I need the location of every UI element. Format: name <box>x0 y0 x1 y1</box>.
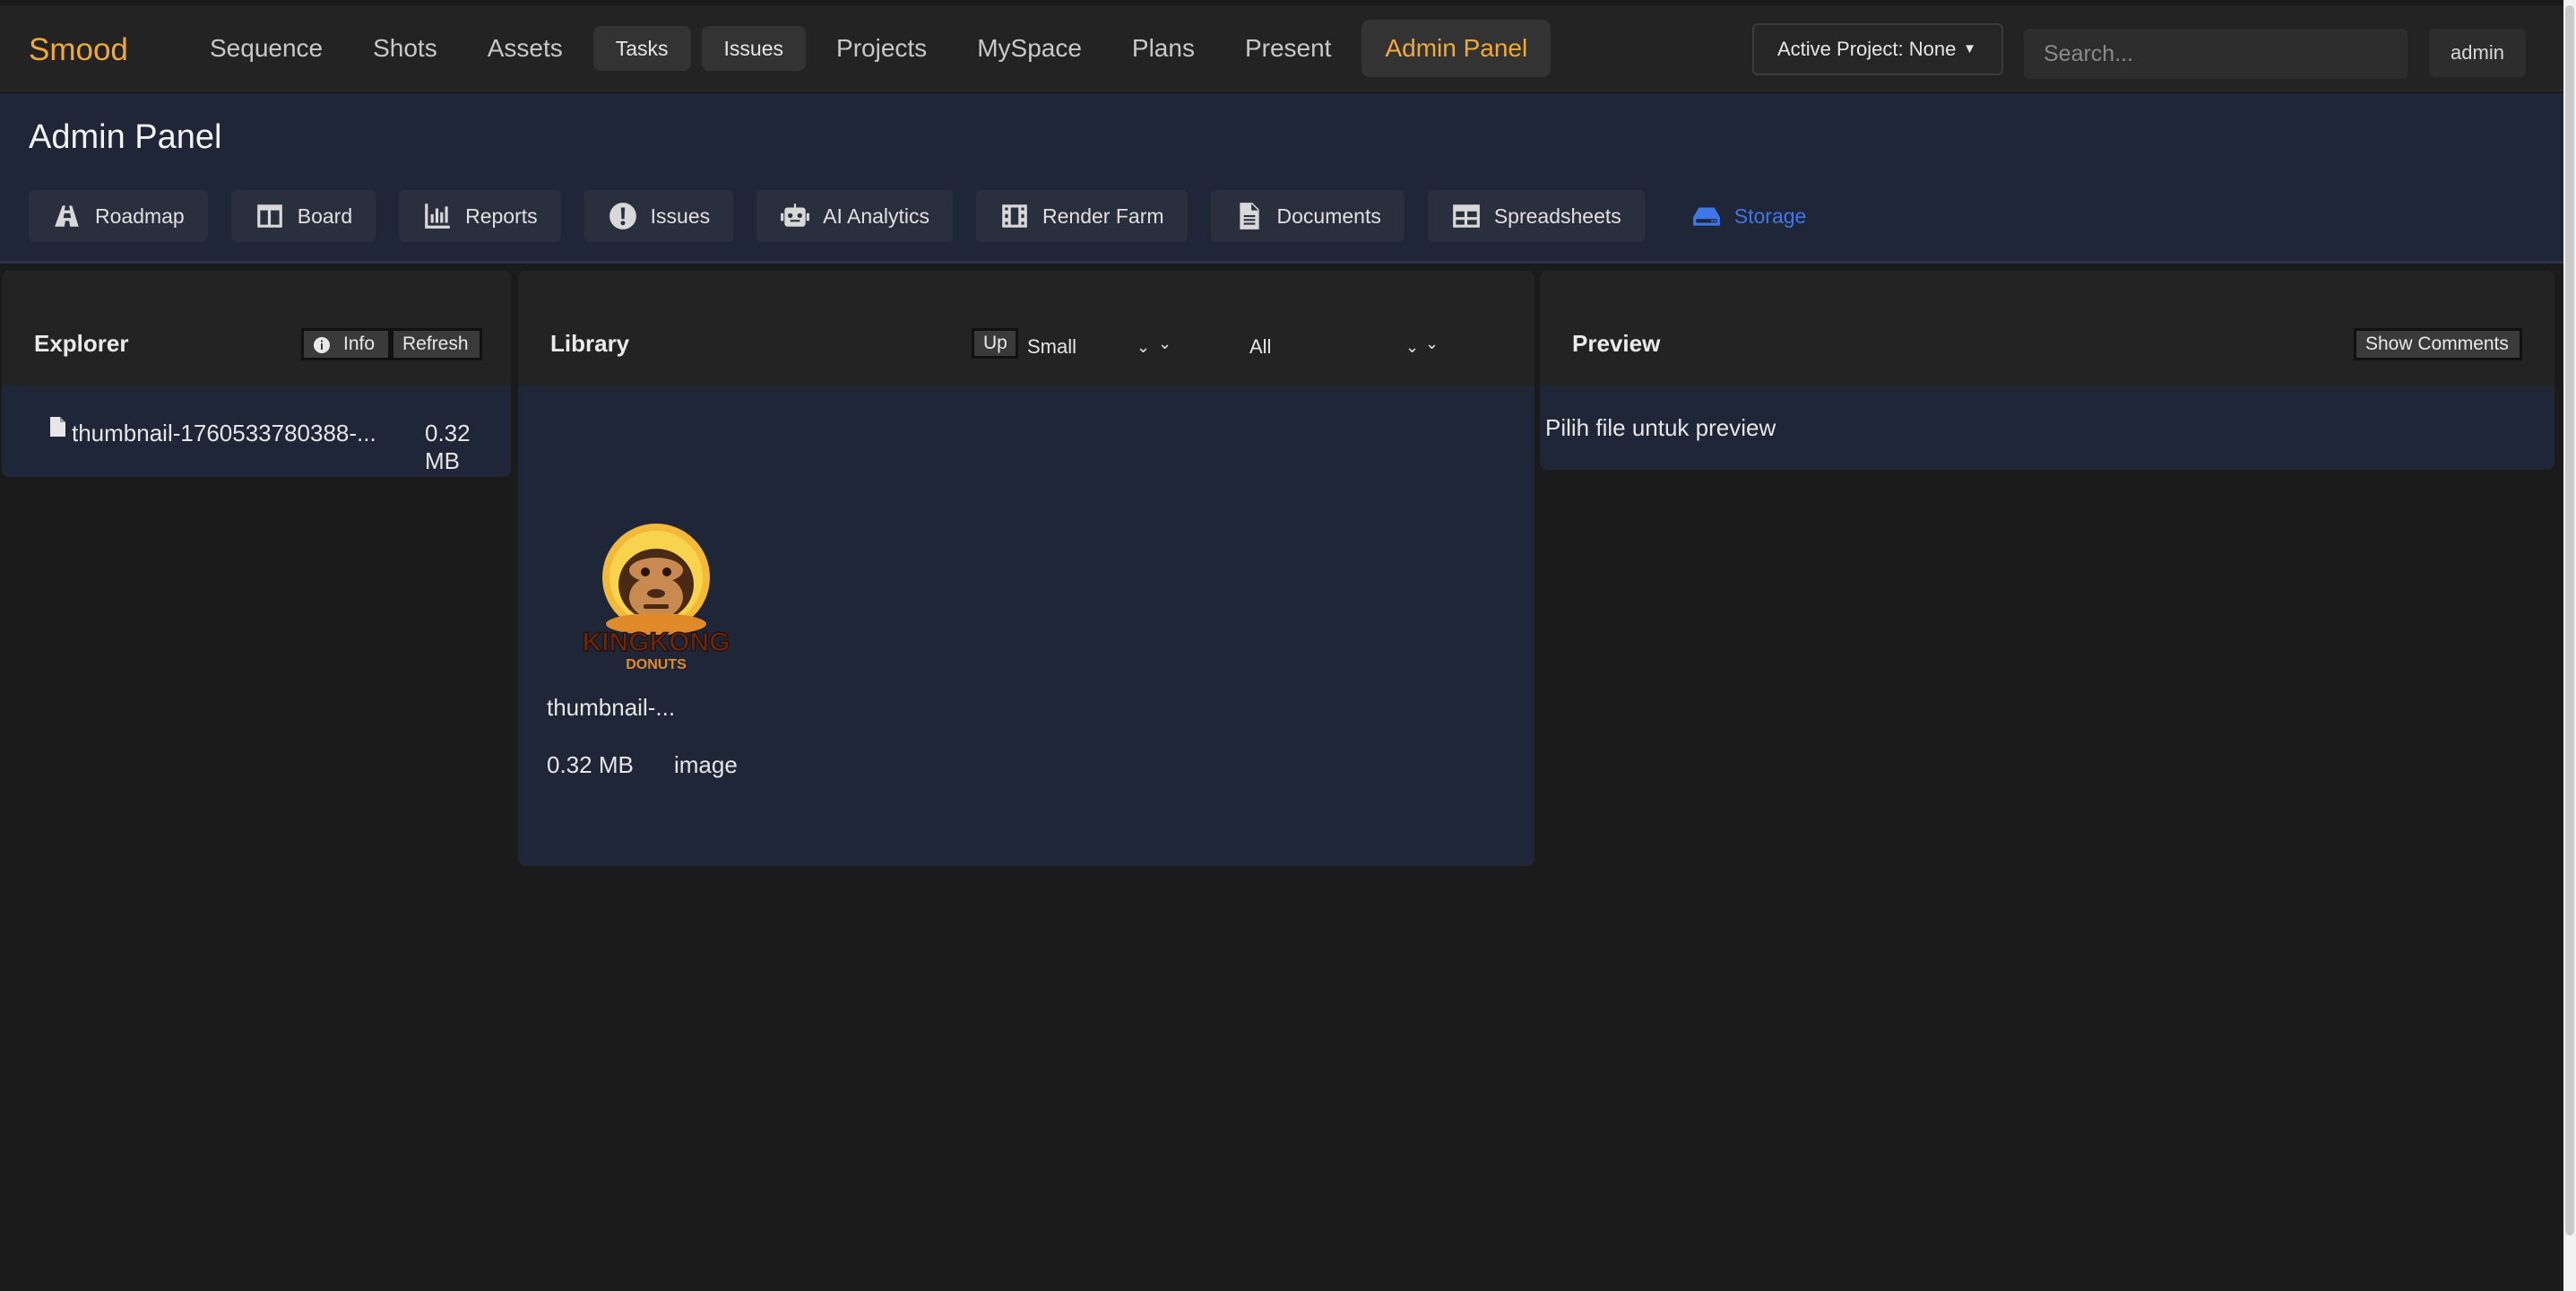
logo-wordmark: KINGKONG <box>583 628 730 657</box>
tab-label: Documents <box>1276 204 1381 228</box>
up-button[interactable]: Up <box>972 328 1018 359</box>
tab-label: AI Analytics <box>823 204 930 228</box>
tab-storage[interactable]: Storage <box>1668 190 1830 242</box>
user-menu-button[interactable]: admin <box>2429 29 2526 77</box>
nav-assets[interactable]: Assets <box>462 20 588 77</box>
preview-header: Preview Show Comments <box>1540 271 2554 386</box>
chevron-down-icon: ⌄ <box>1137 338 1151 356</box>
board-icon <box>256 204 282 228</box>
table-icon <box>1452 204 1480 228</box>
top-navbar: Smood Sequence Shots Assets Tasks Issues… <box>0 5 2563 91</box>
tab-label: Render Farm <box>1042 204 1164 228</box>
info-icon <box>314 337 330 353</box>
chevron-down-icon: ⌄ <box>1405 338 1420 356</box>
page-scrollbar-thumb[interactable] <box>2565 5 2574 1235</box>
nav-shots[interactable]: Shots <box>348 20 462 77</box>
document-icon <box>1239 203 1259 230</box>
show-comments-button[interactable]: Show Comments <box>2354 328 2522 360</box>
tab-board[interactable]: Board <box>230 190 376 242</box>
tab-spreadsheets[interactable]: Spreadsheets <box>1427 190 1645 242</box>
tab-label: Roadmap <box>95 204 185 228</box>
refresh-button[interactable]: Refresh <box>391 328 482 360</box>
nav-admin-panel[interactable]: Admin Panel <box>1361 20 1552 77</box>
info-label: Info <box>343 334 376 354</box>
file-type-filter-value: All <box>1249 335 1272 358</box>
tab-roadmap[interactable]: Roadmap <box>29 190 208 242</box>
app-logo[interactable]: Smood <box>29 32 128 68</box>
file-icon <box>50 417 65 437</box>
nav-projects[interactable]: Projects <box>811 20 952 77</box>
admin-header: Admin Panel Roadmap Board Reports Issues… <box>0 93 2563 264</box>
active-project-select[interactable]: Active Project: None ▼ <box>1752 23 2003 75</box>
view-size-value: Small <box>1027 335 1077 358</box>
bar-chart-icon <box>425 204 450 229</box>
file-size: 0.32 MB <box>425 420 471 474</box>
exclamation-circle-icon <box>609 203 636 230</box>
nav-tasks-button[interactable]: Tasks <box>592 26 691 71</box>
tab-label: Issues <box>650 204 711 228</box>
search-input[interactable] <box>2024 29 2407 79</box>
active-project-label: Active Project: None <box>1777 38 1957 60</box>
file-type-filter-select[interactable]: All ⌄ <box>1249 332 1420 362</box>
tab-label: Storage <box>1733 204 1807 228</box>
library-panel: Library Up Small ⌄ ⌄ All ⌄ ⌄ KINGKONG DO… <box>518 271 1534 866</box>
library-item-type: image <box>674 751 738 778</box>
kingkong-donuts-logo: KINGKONG DONUTS <box>582 524 730 672</box>
nav-present[interactable]: Present <box>1220 20 1357 77</box>
explorer-title: Explorer <box>34 330 129 357</box>
main-nav: Sequence Shots Assets Tasks Issues Proje… <box>185 20 1552 77</box>
file-name: thumbnail-1760533780388-... <box>72 420 376 446</box>
caret-down-icon: ▼ <box>1963 41 1976 56</box>
tab-documents[interactable]: Documents <box>1210 190 1405 242</box>
preview-panel: Preview Show Comments Pilih file untuk p… <box>1540 271 2554 470</box>
tab-label: Reports <box>465 204 538 228</box>
tab-reports[interactable]: Reports <box>399 190 561 242</box>
nav-myspace[interactable]: MySpace <box>952 20 1107 77</box>
admin-tabs: Roadmap Board Reports Issues AI Analytic… <box>29 190 1829 242</box>
page-title: Admin Panel <box>29 118 222 156</box>
hdd-icon <box>1692 207 1720 226</box>
library-item-size: 0.32 MB <box>547 751 634 778</box>
library-header: Library Up Small ⌄ ⌄ All ⌄ ⌄ <box>518 271 1534 386</box>
robot-icon <box>781 204 810 227</box>
nav-sequence[interactable]: Sequence <box>185 20 348 77</box>
film-icon <box>1002 204 1027 228</box>
nav-issues-button[interactable]: Issues <box>701 26 807 71</box>
view-size-select[interactable]: Small ⌄ <box>1027 332 1153 362</box>
explorer-header: Explorer Info Refresh <box>2 271 511 386</box>
library-title: Library <box>550 330 630 357</box>
library-item-name: thumbnail-... <box>547 694 676 721</box>
nav-plans[interactable]: Plans <box>1107 20 1220 77</box>
info-button[interactable]: Info <box>301 328 391 360</box>
chevron-down-icon: ⌄ <box>1158 334 1172 352</box>
preview-title: Preview <box>1572 330 1661 357</box>
preview-empty-message: Pilih file untuk preview <box>1545 414 1776 441</box>
tab-render-farm[interactable]: Render Farm <box>976 190 1188 242</box>
road-icon <box>55 205 79 227</box>
file-list-item[interactable]: thumbnail-1760533780388-... 0.32 MB <box>48 412 506 474</box>
tab-label: Board <box>297 204 353 228</box>
tab-ai-analytics[interactable]: AI Analytics <box>756 190 954 242</box>
chevron-down-icon: ⌄ <box>1425 334 1439 352</box>
explorer-panel: Explorer Info Refresh thumbnail-17605337… <box>2 271 511 477</box>
tab-label: Spreadsheets <box>1493 204 1621 228</box>
tab-issues[interactable]: Issues <box>583 190 734 242</box>
logo-subtitle: DONUTS <box>626 657 687 672</box>
